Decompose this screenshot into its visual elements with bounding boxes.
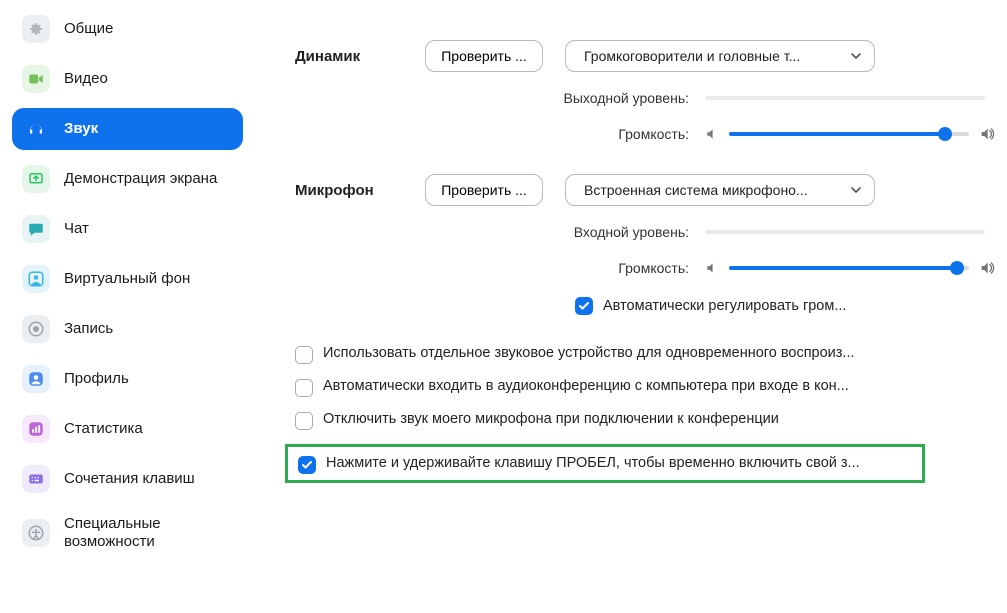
sidebar-item-general[interactable]: Общие [12,8,243,50]
mic-section: Микрофон Проверить ... Встроенная систем… [295,174,995,315]
speaker-heading: Динамик [295,48,425,65]
mic-volume-label: Громкость: [295,260,705,276]
sidebar-item-stats[interactable]: Статистика [12,408,243,450]
access-icon [22,519,50,547]
option-mute_on_join-checkbox[interactable] [295,412,313,430]
option-mute_on_join-label: Отключить звук моего микрофона при подкл… [323,411,779,427]
headphones-icon [22,115,50,143]
option-separate_device: Использовать отдельное звуковое устройст… [295,345,995,364]
profile-icon [22,365,50,393]
test-speaker-button[interactable]: Проверить ... [425,40,543,72]
speaker-device-selected: Громкоговорители и головные т... [584,48,800,64]
auto-gain-label: Автоматически регулировать гром... [603,298,846,314]
mic-device-selected: Встроенная система микрофоно... [584,182,808,198]
sidebar-item-label: Демонстрация экрана [64,170,217,188]
stats-icon [22,415,50,443]
sidebar-item-audio[interactable]: Звук [12,108,243,150]
sidebar-item-vbg[interactable]: Виртуальный фон [12,258,243,300]
sidebar-item-share[interactable]: Демонстрация экрана [12,158,243,200]
keyboard-icon [22,465,50,493]
sidebar-item-profile[interactable]: Профиль [12,358,243,400]
sidebar-item-label: Сочетания клавиш [64,470,195,488]
volume-low-icon [705,261,719,275]
auto-gain-row: Автоматически регулировать гром... [575,296,995,315]
sidebar-item-label: Виртуальный фон [64,270,190,288]
speaker-output-level-meter [705,96,985,100]
speaker-volume-label: Громкость: [295,126,705,142]
speaker-section: Динамик Проверить ... Громкоговорители и… [295,40,995,144]
speaker-volume-slider[interactable] [729,124,969,144]
sidebar-item-label: Общие [64,20,113,38]
sidebar-item-label: Статистика [64,420,143,438]
option-auto_join_audio-label: Автоматически входить в аудиоконференцию… [323,378,849,394]
option-push_to_talk: Нажмите и удерживайте клавишу ПРОБЕЛ, чт… [298,455,912,474]
mic-input-level-meter [705,230,985,234]
record-icon [22,315,50,343]
output-level-label: Выходной уровень: [295,90,705,106]
chevron-down-icon [850,184,862,196]
sidebar-item-chat[interactable]: Чат [12,208,243,250]
push-to-talk-highlight: Нажмите и удерживайте клавишу ПРОБЕЛ, чт… [285,444,925,483]
auto-gain-checkbox[interactable] [575,297,593,315]
volume-high-icon [979,260,995,276]
settings-sidebar: Общие Видео Звук Демонстрация экрана Чат Вирт… [0,0,255,613]
audio-options: Использовать отдельное звуковое устройст… [295,345,995,483]
option-push_to_talk-checkbox[interactable] [298,456,316,474]
sidebar-item-label: Специальные возможности [64,515,233,551]
sidebar-item-access[interactable]: Специальные возможности [12,508,243,558]
option-mute_on_join: Отключить звук моего микрофона при подкл… [295,411,995,430]
sidebar-item-label: Звук [64,120,98,138]
mic-heading: Микрофон [295,182,425,199]
sidebar-item-label: Профиль [64,370,129,388]
chevron-down-icon [850,50,862,62]
mic-device-select[interactable]: Встроенная система микрофоно... [565,174,875,206]
input-level-label: Входной уровень: [295,224,705,240]
sidebar-item-recording[interactable]: Запись [12,308,243,350]
mic-volume-slider[interactable] [729,258,969,278]
option-auto_join_audio: Автоматически входить в аудиоконференцию… [295,378,995,397]
sidebar-item-shortcuts[interactable]: Сочетания клавиш [12,458,243,500]
option-separate_device-checkbox[interactable] [295,346,313,364]
gear-icon [22,15,50,43]
option-auto_join_audio-checkbox[interactable] [295,379,313,397]
speaker-device-select[interactable]: Громкоговорители и головные т... [565,40,875,72]
test-mic-button[interactable]: Проверить ... [425,174,543,206]
sidebar-item-label: Видео [64,70,108,88]
sidebar-item-label: Чат [64,220,89,238]
chat-icon [22,215,50,243]
volume-high-icon [979,126,995,142]
sidebar-item-video[interactable]: Видео [12,58,243,100]
option-separate_device-label: Использовать отдельное звуковое устройст… [323,345,855,361]
video-icon [22,65,50,93]
share-icon [22,165,50,193]
audio-settings-pane: Динамик Проверить ... Громкоговорители и… [255,0,1007,613]
volume-low-icon [705,127,719,141]
person-icon [22,265,50,293]
option-push_to_talk-label: Нажмите и удерживайте клавишу ПРОБЕЛ, чт… [326,455,860,471]
sidebar-item-label: Запись [64,320,113,338]
